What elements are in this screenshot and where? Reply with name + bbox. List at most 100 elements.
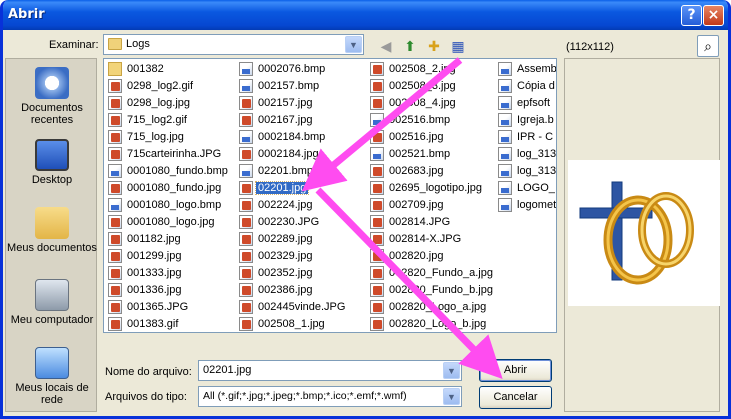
file-item[interactable]: 001182.jpg (107, 231, 228, 248)
file-item[interactable]: 0001080_fundo.jpg (107, 180, 228, 197)
place-recent-documents[interactable]: Documentos recentes (6, 67, 98, 126)
file-item[interactable]: Igreja.b (497, 112, 556, 129)
file-item[interactable]: 002516.jpg (369, 129, 493, 146)
file-item[interactable]: 0298_log.jpg (107, 95, 228, 112)
file-item[interactable]: 002224.jpg (238, 197, 345, 214)
place-label: Meus documentos (7, 242, 97, 254)
file-item[interactable]: 001336.jpg (107, 282, 228, 299)
file-item[interactable]: 0298_log2.gif (107, 78, 228, 95)
file-item[interactable]: 0002184.jpg (238, 146, 345, 163)
file-item[interactable]: 002820_Fundo_b.jpg (369, 282, 493, 299)
image-file-icon (239, 181, 253, 195)
file-item[interactable]: logomet (497, 197, 556, 214)
file-name: Assemb (517, 63, 557, 75)
file-item[interactable]: 002230.JPG (238, 214, 345, 231)
image-file-icon (239, 113, 253, 127)
folder-icon (108, 62, 122, 76)
image-file-icon (498, 113, 512, 127)
filetype-select[interactable]: All (*.gif;*.jpg;*.jpeg;*.bmp;*.ico;*.em… (198, 386, 462, 407)
file-item[interactable]: 0002184.bmp (238, 129, 345, 146)
new-folder-icon[interactable]: ✚ (424, 36, 444, 56)
look-in-combo[interactable]: Logs ▼ (103, 34, 364, 55)
file-list[interactable]: 001382 0298_log2.gif 0298_log.jpg 715_log2.… (103, 58, 557, 333)
file-name: 001383.gif (127, 318, 179, 330)
place-my-computer[interactable]: Meu computador (6, 279, 98, 326)
file-item[interactable]: epfsoft (497, 95, 556, 112)
file-item[interactable]: 001382 (107, 61, 228, 78)
rings-cross-image (579, 181, 694, 285)
file-item[interactable]: 002508_1.jpg (238, 316, 345, 332)
file-item[interactable]: 0001080_logo.bmp (107, 197, 228, 214)
file-item[interactable]: 002516.bmp (369, 112, 493, 129)
file-item[interactable]: 002820_Logo_b.jpg (369, 316, 493, 332)
file-item[interactable]: 001299.jpg (107, 248, 228, 265)
file-item[interactable]: LOGO_ (497, 180, 556, 197)
file-item[interactable]: 002820.jpg (369, 248, 493, 265)
file-item[interactable]: 001383.gif (107, 316, 228, 332)
file-item[interactable]: 715_log.jpg (107, 129, 228, 146)
file-item[interactable]: log_313 (497, 146, 556, 163)
back-icon[interactable]: ◀ (376, 36, 396, 56)
image-file-icon (370, 266, 384, 280)
file-item[interactable]: log_313 (497, 163, 556, 180)
file-item[interactable]: 001333.jpg (107, 265, 228, 282)
file-item[interactable]: 0001080_fundo.bmp (107, 163, 228, 180)
image-file-icon (239, 300, 253, 314)
file-item[interactable]: 002508_2.jpg (369, 61, 493, 78)
file-item[interactable]: 002445vinde.JPG (238, 299, 345, 316)
up-folder-icon[interactable]: ⬆ (400, 36, 420, 56)
file-item[interactable]: 002157.bmp (238, 78, 345, 95)
file-item[interactable]: 002820_Fundo_a.jpg (369, 265, 493, 282)
title-bar[interactable]: Abrir ? × (3, 0, 728, 30)
place-desktop[interactable]: Desktop (6, 139, 98, 186)
file-name: epfsoft (517, 97, 551, 109)
file-item[interactable]: 002386.jpg (238, 282, 345, 299)
help-button[interactable]: ? (681, 5, 702, 26)
file-item[interactable]: 002521.bmp (369, 146, 493, 163)
file-item[interactable]: 02201.bmp (238, 163, 345, 180)
file-item[interactable]: 002329.jpg (238, 248, 345, 265)
open-button[interactable]: Abrir (479, 359, 552, 382)
filename-label: Nome do arquivo: (105, 366, 192, 378)
file-name: 002224.jpg (258, 199, 313, 211)
file-item[interactable]: Assemb (497, 61, 557, 78)
image-file-icon (108, 79, 122, 93)
file-item[interactable]: IPR - C (497, 129, 556, 146)
close-button[interactable]: × (703, 5, 724, 26)
file-item[interactable]: 002814.JPG (369, 214, 493, 231)
file-item[interactable]: 715carteirinha.JPG (107, 146, 228, 163)
file-item[interactable]: 002508_4.jpg (369, 95, 493, 112)
file-item[interactable]: 002683.jpg (369, 163, 493, 180)
file-item[interactable]: 002709.jpg (369, 197, 493, 214)
file-item[interactable]: 002352.jpg (238, 265, 345, 282)
file-column: 0002076.bmp 002157.bmp 002157.jpg 002167.jp… (238, 61, 345, 332)
view-menu-icon[interactable]: ▦ (448, 36, 468, 56)
file-item[interactable]: 02201.jpg (238, 180, 345, 197)
file-item[interactable]: 002167.jpg (238, 112, 345, 129)
file-item[interactable]: 002289.jpg (238, 231, 345, 248)
place-network[interactable]: Meus locais de rede (6, 347, 98, 406)
chevron-down-icon[interactable]: ▼ (443, 362, 460, 379)
file-item[interactable]: 002508_3.jpg (369, 78, 493, 95)
image-file-icon (108, 317, 122, 331)
image-file-icon (108, 113, 122, 127)
file-item[interactable]: 02695_logotipo.jpg (369, 180, 493, 197)
image-file-icon (108, 266, 122, 280)
file-item[interactable]: 715_log2.gif (107, 112, 228, 129)
file-item[interactable]: 001365.JPG (107, 299, 228, 316)
file-name: 0001080_fundo.bmp (127, 165, 228, 177)
place-my-documents[interactable]: Meus documentos (6, 207, 98, 254)
chevron-down-icon[interactable]: ▼ (345, 36, 362, 53)
look-in-value: Logs (126, 38, 150, 50)
file-item[interactable]: 002820_Logo_a.jpg (369, 299, 493, 316)
file-item[interactable]: 0002076.bmp (238, 61, 345, 78)
file-item[interactable]: Cópia d (497, 78, 556, 95)
file-item[interactable]: 002814-X.JPG (369, 231, 493, 248)
chevron-down-icon[interactable]: ▼ (443, 388, 460, 405)
preview-toggle-icon[interactable]: ⌕ (697, 35, 719, 57)
file-item[interactable]: 0001080_logo.jpg (107, 214, 228, 231)
file-name: 002157.jpg (258, 97, 313, 109)
cancel-button[interactable]: Cancelar (479, 386, 552, 409)
filename-input[interactable]: 02201.jpg ▼ (198, 360, 462, 381)
file-item[interactable]: 002157.jpg (238, 95, 345, 112)
